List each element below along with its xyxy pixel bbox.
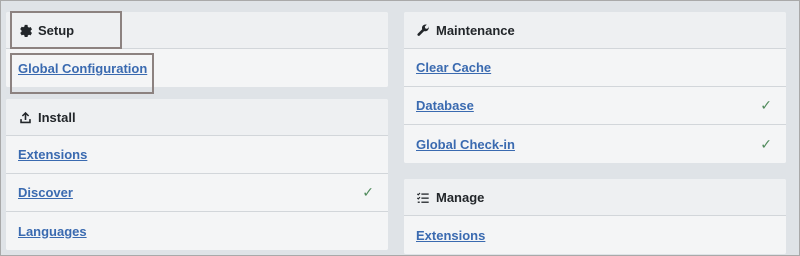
database-link[interactable]: Database	[416, 98, 474, 113]
install-card-header: Install	[6, 99, 388, 136]
manage-card-header: Manage	[404, 179, 786, 216]
install-extensions-link[interactable]: Extensions	[18, 147, 87, 162]
maintenance-item-global-check-in[interactable]: Global Check-in ✓	[404, 125, 786, 163]
dashboard-panel: Setup Global Configuration Install Exten…	[0, 0, 800, 256]
install-card-title: Install	[38, 109, 76, 125]
install-item-extensions[interactable]: Extensions	[6, 136, 388, 174]
maintenance-card-header: Maintenance	[404, 12, 786, 49]
manage-item-extensions[interactable]: Extensions	[404, 216, 786, 254]
maintenance-card: Maintenance Clear Cache Database ✓ Globa…	[404, 12, 786, 163]
manage-extensions-link[interactable]: Extensions	[416, 228, 485, 243]
manage-card: Manage Extensions	[404, 179, 786, 254]
languages-link[interactable]: Languages	[18, 224, 87, 239]
clear-cache-link[interactable]: Clear Cache	[416, 60, 491, 75]
install-item-languages[interactable]: Languages	[6, 212, 388, 250]
discover-link[interactable]: Discover	[18, 185, 73, 200]
setup-card-header: Setup	[6, 12, 388, 49]
maintenance-card-title: Maintenance	[436, 22, 515, 38]
check-icon: ✓	[362, 184, 374, 200]
gear-icon	[18, 23, 32, 37]
maintenance-item-database[interactable]: Database ✓	[404, 87, 786, 125]
setup-card-title: Setup	[38, 22, 75, 38]
wrench-icon	[416, 23, 430, 37]
setup-item-global-configuration[interactable]: Global Configuration	[6, 49, 388, 87]
install-item-discover[interactable]: Discover ✓	[6, 174, 388, 212]
maintenance-item-clear-cache[interactable]: Clear Cache	[404, 49, 786, 87]
check-icon: ✓	[760, 97, 772, 113]
global-configuration-link[interactable]: Global Configuration	[18, 61, 147, 76]
checklist-icon	[416, 190, 430, 204]
upload-icon	[18, 110, 32, 124]
install-card: Install Extensions Discover ✓ Languages	[6, 99, 388, 250]
setup-card: Setup Global Configuration	[6, 12, 388, 87]
check-icon: ✓	[760, 135, 772, 152]
manage-card-title: Manage	[436, 189, 485, 205]
global-check-in-link[interactable]: Global Check-in	[416, 137, 515, 152]
